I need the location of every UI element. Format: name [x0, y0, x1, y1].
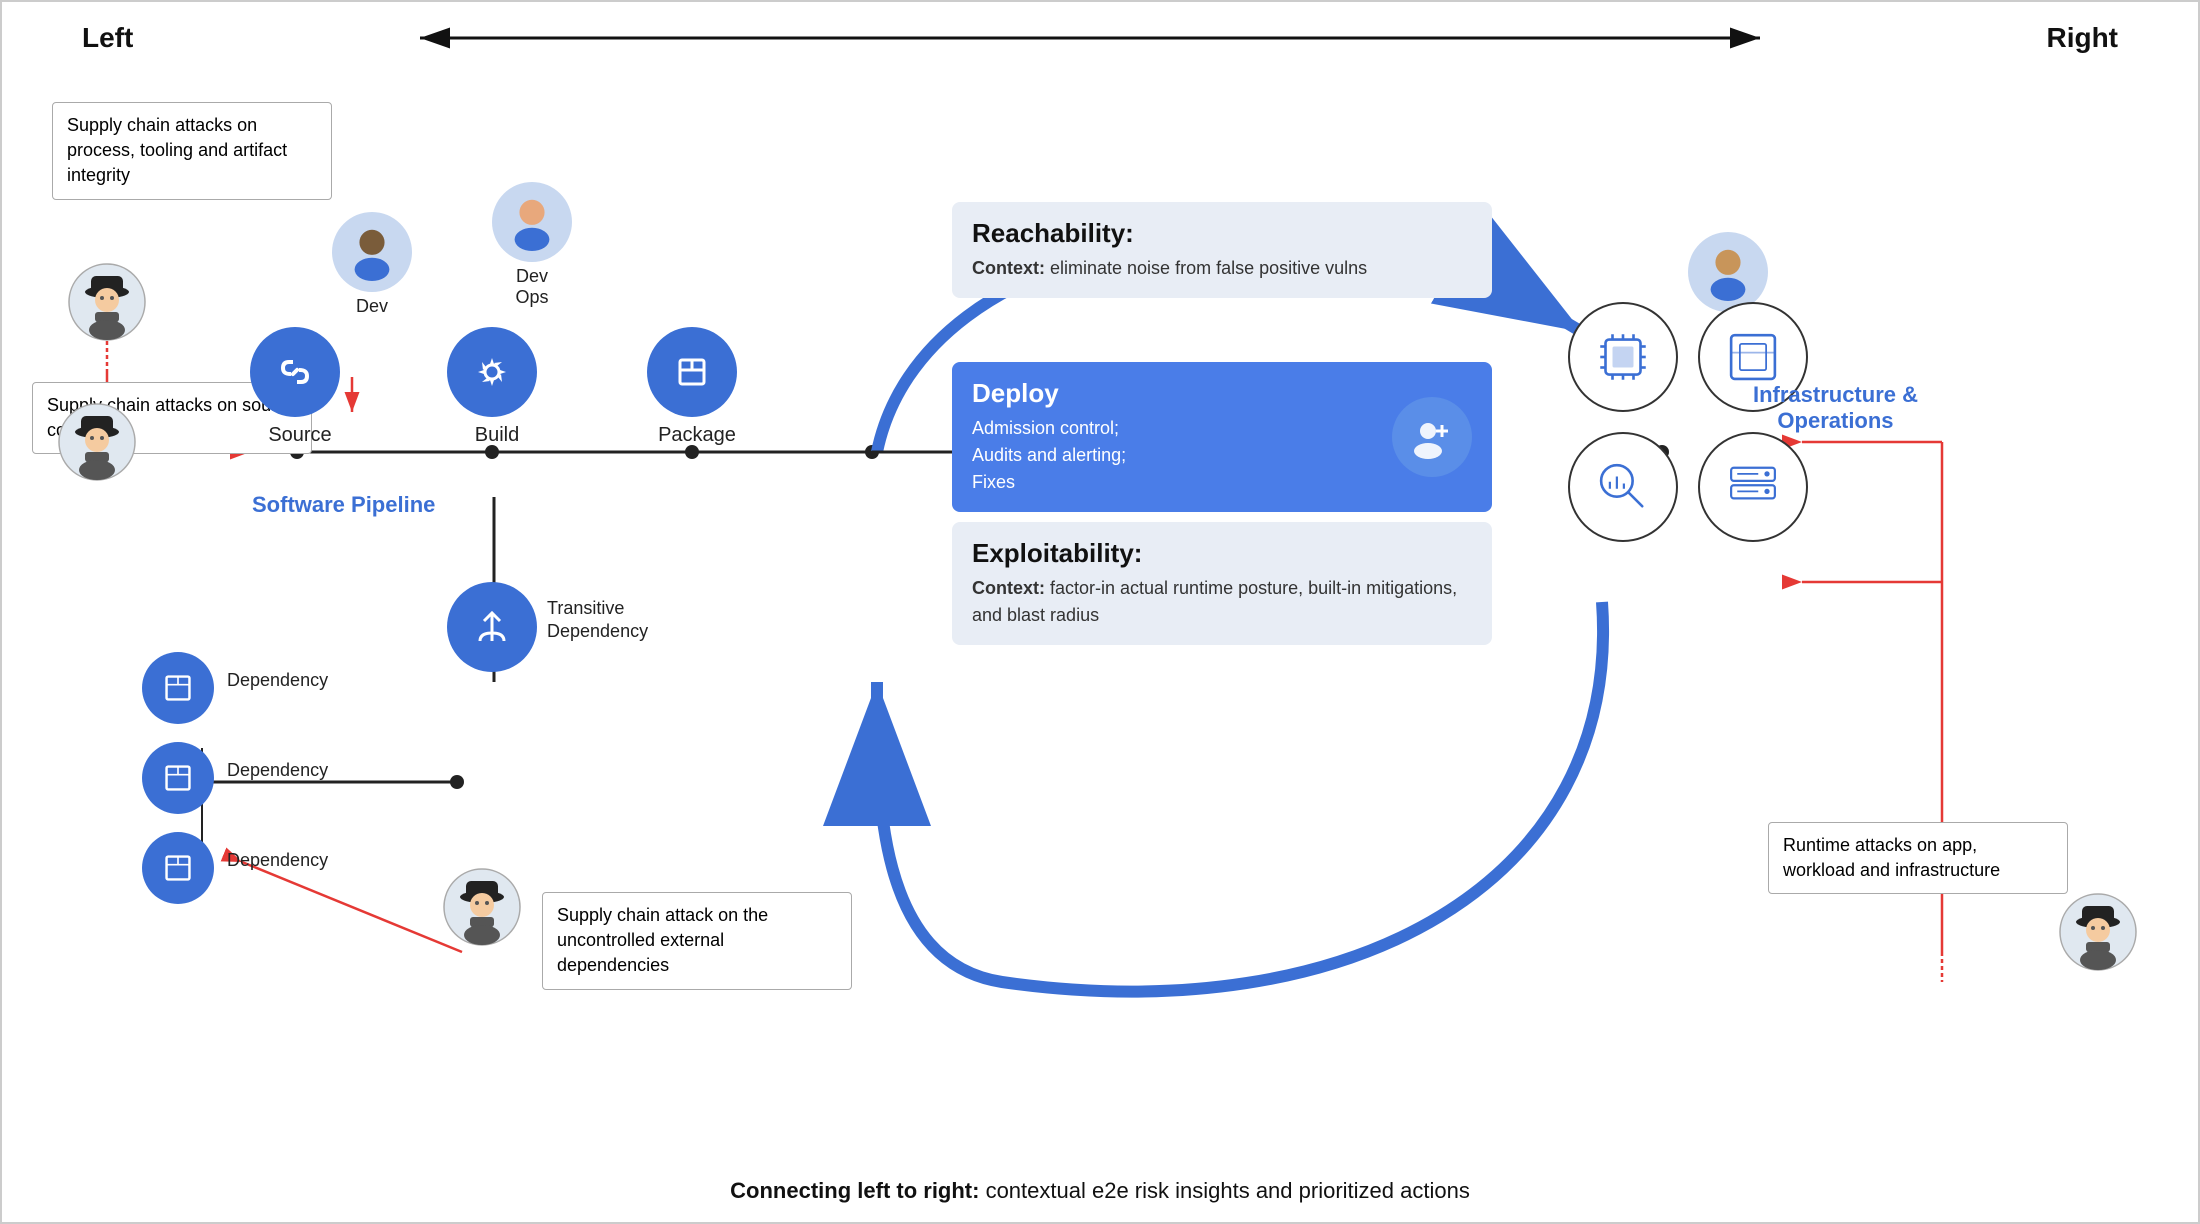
exploitability-body: Context: factor-in actual runtime postur… [972, 575, 1472, 629]
bottom-caption: Connecting left to right: contextual e2e… [730, 1178, 1470, 1204]
source-node [250, 327, 340, 417]
dep-2-label: Dependency [227, 760, 328, 781]
dep-1 [142, 652, 214, 724]
exploitability-title: Exploitability: [972, 538, 1472, 569]
deploy-icon [1392, 397, 1472, 477]
reachability-panel: Reachability: Context: eliminate noise f… [952, 202, 1492, 298]
build-label: Build [447, 424, 547, 447]
package-node [647, 327, 737, 417]
dep-3 [142, 832, 214, 904]
hacker-top-left [67, 262, 147, 342]
deploy-title: Deploy [972, 378, 1372, 409]
hacker-bottom-right [2058, 892, 2138, 972]
transitive-dep-node [447, 582, 537, 672]
deploy-panel: Deploy Admission control;Audits and aler… [952, 362, 1492, 512]
hacker-mid-left [57, 402, 137, 482]
package-label: Package [647, 424, 747, 447]
callout-bottom-right: Runtime attacks on app, workload and inf… [1768, 822, 2068, 894]
hacker-bottom-center [442, 867, 522, 947]
dep-1-label: Dependency [227, 670, 328, 691]
left-label: Left [82, 22, 133, 54]
right-label: Right [2046, 22, 2118, 54]
build-node [447, 327, 537, 417]
software-pipeline-label: Software Pipeline [252, 492, 435, 518]
callout-bottom-mid: Supply chain attack on the uncontrolled … [542, 892, 852, 990]
infra-server [1698, 432, 1808, 542]
transitive-dep-label: TransitiveDependency [547, 597, 648, 644]
callout-top-left: Supply chain attacks on process, tooling… [52, 102, 332, 200]
person-devops: Dev Ops [492, 182, 572, 308]
source-label: Source [250, 424, 350, 447]
direction-arrow [153, 23, 2026, 53]
deploy-body: Admission control;Audits and alerting;Fi… [972, 415, 1372, 496]
dep-3-label: Dependency [227, 850, 328, 871]
main-container: Left Right [0, 0, 2200, 1224]
exploitability-panel: Exploitability: Context: factor-in actua… [952, 522, 1492, 645]
infra-search [1568, 432, 1678, 542]
infra-label: Infrastructure &Operations [1753, 382, 1918, 434]
reachability-body: Context: eliminate noise from false posi… [972, 255, 1472, 282]
dep-2 [142, 742, 214, 814]
direction-row: Left Right [22, 22, 2178, 54]
deploy-content: Deploy Admission control;Audits and aler… [972, 378, 1372, 496]
person-dev: Dev [332, 212, 412, 317]
infra-cpu [1568, 302, 1678, 412]
reachability-title: Reachability: [972, 218, 1472, 249]
